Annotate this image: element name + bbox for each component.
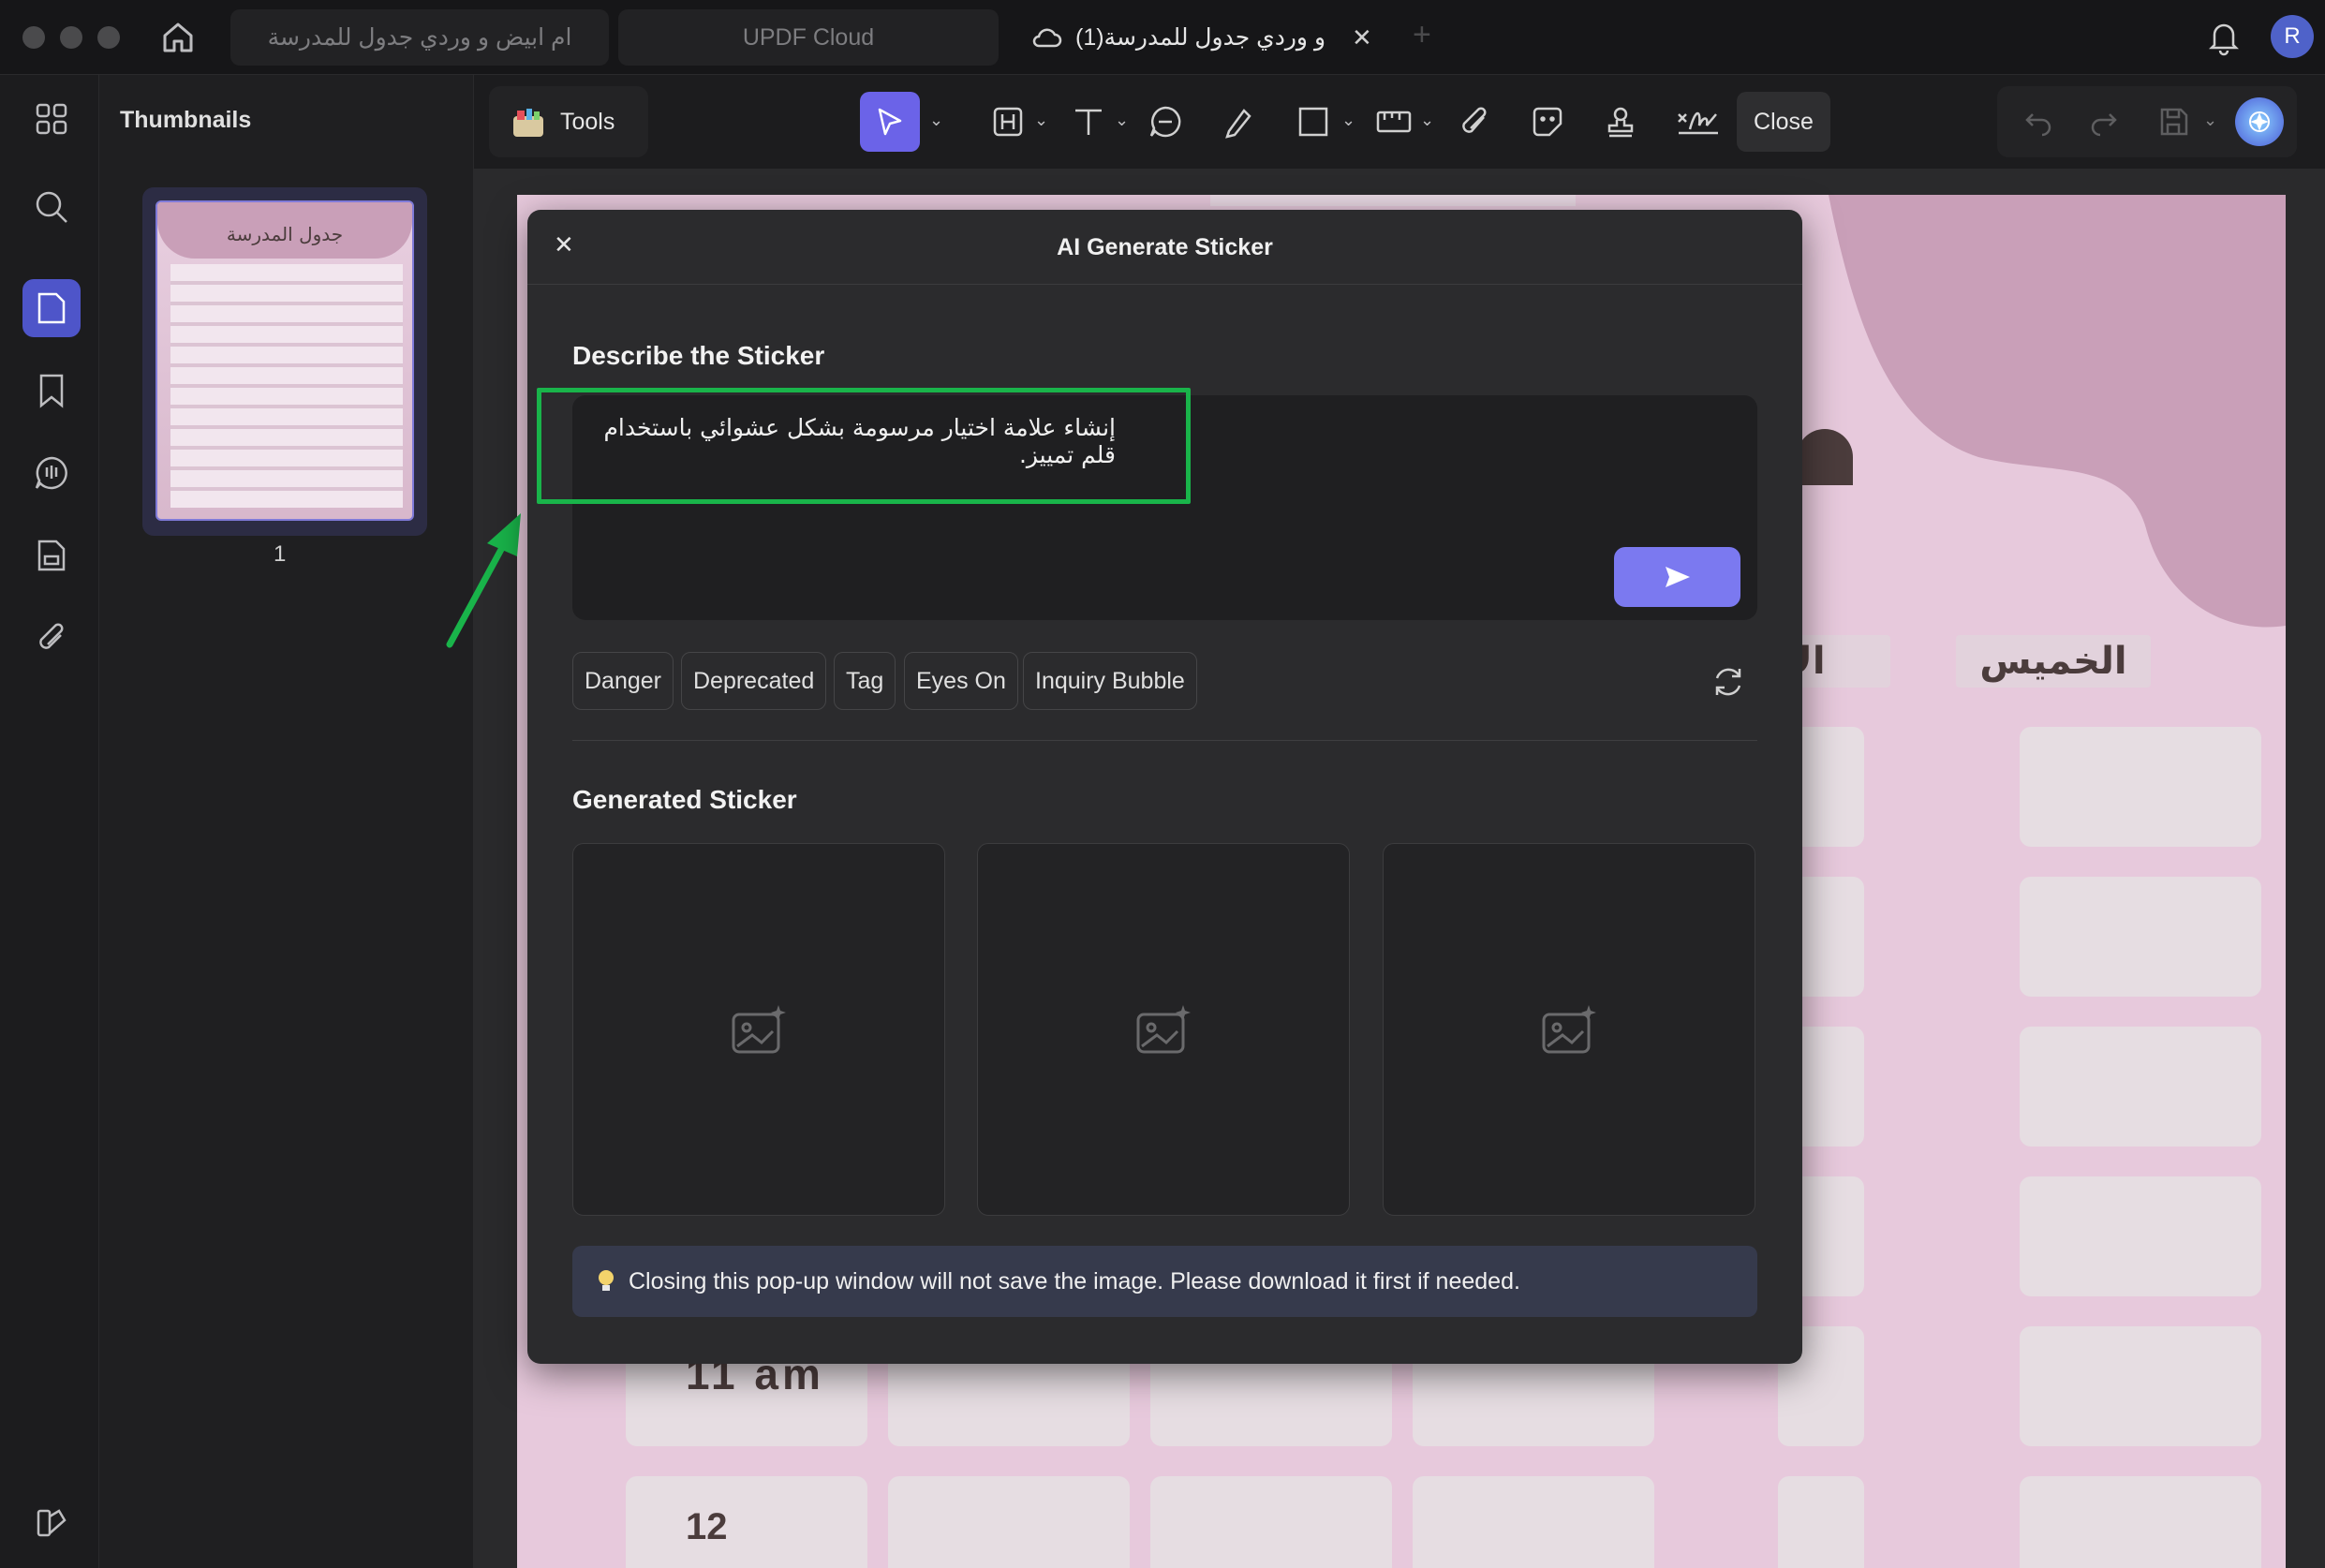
annotation-toolbar: Tools ⌄ ⌄ ⌄ ⌄ ⌄ Close ⌄ [474,75,2325,169]
dialog-header: ✕ AI Generate Sticker [527,210,1802,285]
suggestion-chip-deprecated[interactable]: Deprecated [681,652,827,710]
history-group: ⌄ [1997,86,2297,157]
generated-section-title: Generated Sticker [572,785,797,814]
home-icon[interactable] [159,19,197,56]
cloud-icon [1030,25,1062,50]
image-placeholder-icon [1136,1005,1191,1054]
ai-generate-sticker-dialog: ✕ AI Generate Sticker Describe the Stick… [527,210,1802,1364]
thumbnail-grid [170,264,403,508]
window-close-button[interactable] [22,26,45,49]
describe-section-title: Describe the Sticker [572,341,825,370]
redo-icon[interactable] [2085,103,2123,141]
chevron-down-icon[interactable]: ⌄ [929,111,943,130]
title-bar: ام ابيض و وردي جدول للمدرسة UPDF Cloud و… [0,0,2325,75]
attach-tool-icon[interactable] [1456,103,1493,141]
thumbnail-page[interactable]: جدول المدرسة [155,200,414,521]
annotation-highlight-box [537,388,1191,504]
chevron-down-icon[interactable]: ⌄ [1341,111,1355,130]
thumbnails-panel: Thumbnails جدول المدرسة 1 [99,75,474,1568]
pencil-tool-icon[interactable] [1220,103,1257,141]
toolbox-icon [510,103,547,141]
suggestion-chip-tag[interactable]: Tag [834,652,896,710]
close-toolbar-button[interactable]: Close [1737,92,1830,152]
measure-tool-icon[interactable] [1375,103,1413,141]
theme-icon[interactable] [22,1493,81,1551]
dialog-title: AI Generate Sticker [1057,234,1273,260]
select-tool-button[interactable] [860,92,920,152]
send-icon [1665,567,1690,587]
thumbnails-title: Thumbnails [120,107,252,133]
new-tab-icon[interactable]: + [1413,17,1431,53]
notice-banner: Closing this pop-up window will not save… [572,1246,1757,1317]
image-placeholder-icon [1542,1005,1596,1054]
thumbnail-page-number: 1 [274,541,287,567]
ai-assistant-icon[interactable] [2235,97,2284,146]
thumbnail-card[interactable]: جدول المدرسة [142,187,427,536]
highlight-tool-icon[interactable] [989,103,1027,141]
send-button[interactable] [1614,547,1740,607]
chevron-down-icon[interactable]: ⌄ [2203,111,2217,130]
day-label-thursday: الخميس [1956,635,2151,688]
save-icon[interactable] [2155,103,2192,141]
suggestion-chip-eyes-on[interactable]: Eyes On [904,652,1018,710]
page-title-fragment [1797,429,1853,485]
stamp-tool-icon[interactable] [1602,103,1639,141]
sticker-tool-icon[interactable] [1529,103,1566,141]
page-icon[interactable] [22,526,81,584]
signature-tool-icon[interactable] [1673,103,1724,141]
tab-document-1[interactable]: ام ابيض و وردي جدول للمدرسة [230,9,609,66]
image-placeholder-icon [732,1005,786,1054]
window-zoom-button[interactable] [97,26,120,49]
section-divider [572,740,1757,741]
left-icon-rail [0,75,99,1568]
shape-tool-icon[interactable] [1295,103,1332,141]
generated-sticker-slot-2[interactable] [977,843,1350,1216]
attachment-icon[interactable] [22,609,81,667]
close-tab-icon[interactable]: ✕ [1352,23,1372,52]
time-label-12: 12 [686,1506,728,1547]
search-icon[interactable] [22,178,81,236]
avatar[interactable]: R [2271,15,2314,58]
text-tool-icon[interactable] [1070,103,1107,141]
chevron-down-icon[interactable]: ⌄ [1034,111,1048,130]
comment-tool-icon[interactable] [1147,103,1184,141]
schedule-grid-right [1778,727,2267,1568]
tools-button[interactable]: Tools [489,86,648,157]
tab-updf-cloud[interactable]: UPDF Cloud [618,9,999,66]
suggestion-chip-danger[interactable]: Danger [572,652,674,710]
bookmark-icon[interactable] [22,362,81,420]
notification-bell-icon[interactable] [2207,19,2241,56]
suggestion-chip-inquiry-bubble[interactable]: Inquiry Bubble [1023,652,1197,710]
grid-icon[interactable] [22,90,81,148]
notice-text: Closing this pop-up window will not save… [629,1267,1520,1294]
comment-icon[interactable] [22,444,81,502]
chevron-down-icon[interactable]: ⌄ [1420,111,1434,130]
annotation-arrow-icon [446,513,521,648]
time-cell-12 [626,1476,867,1568]
generated-sticker-slot-3[interactable] [1383,843,1755,1216]
thumbnails-icon[interactable] [22,279,81,337]
lightbulb-icon [597,1268,615,1294]
annotation-tools-group: ⌄ ⌄ ⌄ ⌄ ⌄ Close [851,86,1963,157]
tab-document-active[interactable]: و وردي جدول للمدرسة(1) ✕ [1030,9,1386,66]
thumbnail-heading: جدول المدرسة [226,223,344,245]
chevron-down-icon[interactable]: ⌄ [1115,111,1129,130]
refresh-suggestions-icon[interactable] [1710,663,1747,701]
undo-icon[interactable] [2020,103,2057,141]
window-minimize-button[interactable] [60,26,82,49]
generated-sticker-slot-1[interactable] [572,843,945,1216]
